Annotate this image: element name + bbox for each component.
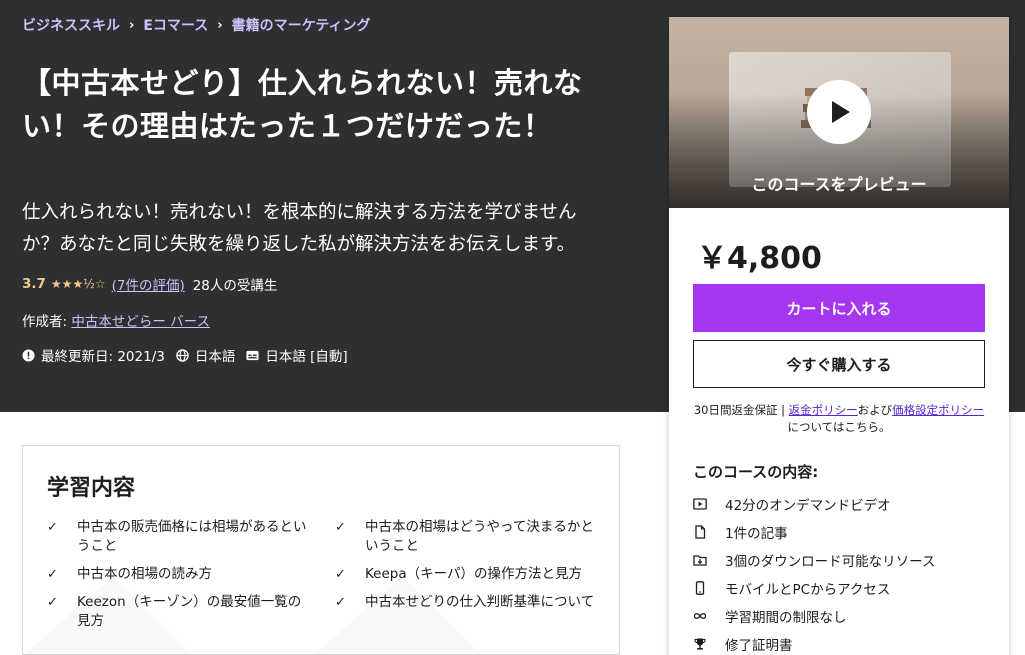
- last-updated: 最終更新日: 2021/3: [22, 345, 165, 365]
- learn-item: ✓ 中古本の販売価格には相場があるということ: [47, 519, 307, 554]
- breadcrumb-business-skills[interactable]: ビジネススキル: [22, 15, 120, 35]
- student-count: 28人の受講生: [192, 278, 278, 294]
- infinity-icon: [693, 609, 707, 623]
- add-to-cart-button[interactable]: カートに入れる: [693, 284, 985, 332]
- author-row: 作成者: 中古本せどらー バース: [22, 310, 210, 330]
- alert-badge-icon: [22, 348, 35, 362]
- includes-item: 修了証明書: [693, 630, 935, 655]
- includes-title: このコースの内容:: [693, 463, 819, 481]
- language: 日本語: [176, 345, 235, 365]
- author-label: 作成者:: [22, 314, 68, 330]
- breadcrumb: ビジネススキル › Eコマース › 書籍のマーケティング: [22, 15, 370, 35]
- check-icon: ✓: [335, 595, 346, 610]
- rating-row: 3.7 ★★★½☆ (7件の評価) 28人の受講生: [22, 274, 277, 294]
- what-you-will-learn: 学習内容 ✓ 中古本の販売価格には相場があるということ ✓ 中古本の相場の読み方 ✓…: [22, 445, 620, 655]
- includes-item: 1件の記事: [693, 518, 935, 546]
- course-subtitle: 仕入れられない！売れない！を根本的に解決する方法を学びませんか？あなたと同じ失敗…: [22, 202, 577, 255]
- includes-item: 42分のオンデマンドビデオ: [693, 490, 935, 518]
- includes-list: 42分のオンデマンドビデオ 1件の記事 3個のダウンロード可能なリソース モバイ…: [693, 490, 935, 655]
- trophy-icon: [693, 637, 707, 651]
- breadcrumb-ecommerce[interactable]: Eコマース: [143, 15, 208, 35]
- learn-item: ✓ 中古本せどりの仕入判断基準について: [335, 594, 595, 610]
- buy-now-button[interactable]: 今すぐ購入する: [693, 340, 985, 388]
- chevron-right-icon: ›: [217, 17, 223, 33]
- captions: 日本語 [自動]: [246, 345, 348, 365]
- pricing-policy-link[interactable]: 価格設定ポリシー: [892, 403, 984, 417]
- includes-item: モバイルとPCからアクセス: [693, 574, 935, 602]
- course-price: ￥4,800: [697, 241, 822, 276]
- video-icon: [693, 497, 707, 511]
- play-icon[interactable]: [807, 80, 871, 144]
- learn-list-left: ✓ 中古本の販売価格には相場があるということ ✓ 中古本の相場の読み方 ✓ Keezo…: [47, 518, 309, 640]
- learn-title: 学習内容: [47, 476, 136, 501]
- download-icon: [693, 553, 707, 567]
- check-icon: ✓: [47, 567, 58, 582]
- purchase-sidebar: このコースをプレビュー ￥4,800 カートに入れる 今すぐ購入する 30日間返…: [669, 17, 1009, 655]
- includes-item: 3個のダウンロード可能なリソース: [693, 546, 935, 574]
- learn-item: ✓ Keepa（キーパ）の操作方法と見方: [335, 566, 582, 582]
- check-icon: ✓: [47, 595, 58, 610]
- chevron-right-icon: ›: [129, 17, 135, 33]
- check-icon: ✓: [47, 520, 58, 535]
- learn-item: ✓ 中古本の相場はどうやって決まるかということ: [335, 519, 594, 554]
- learn-item: ✓ 中古本の相場の読み方: [47, 566, 212, 582]
- file-icon: [693, 525, 707, 539]
- globe-icon: [176, 348, 189, 362]
- course-preview[interactable]: このコースをプレビュー: [669, 17, 1009, 208]
- learn-list-right: ✓ 中古本の相場はどうやって決まるかということ ✓ Keepa（キーパ）の操作方法と…: [335, 518, 597, 621]
- course-meta: 最終更新日: 2021/3 日本語 日本語 [自動]: [22, 345, 359, 365]
- ratings-count-link[interactable]: (7件の評価): [112, 274, 185, 294]
- check-icon: ✓: [335, 567, 346, 582]
- course-title: 【中古本せどり】仕入れられない！売れない！その理由はたった１つだけだった！: [22, 66, 583, 143]
- mobile-icon: [693, 581, 707, 595]
- check-icon: ✓: [335, 520, 346, 535]
- star-rating-icon: ★★★½☆: [50, 277, 106, 291]
- rating-value: 3.7: [22, 276, 46, 292]
- refund-policy-link[interactable]: 返金ポリシー: [789, 403, 858, 417]
- includes-item: 学習期間の制限なし: [693, 602, 935, 630]
- learn-item: ✓ Keezon（キーゾン）の最安値一覧の見方: [47, 594, 302, 629]
- refund-policy-text: 30日間返金保証 | 返金ポリシーおよび価格設定ポリシーについてはこちら。: [693, 403, 985, 434]
- closed-captions-icon: [246, 350, 259, 360]
- breadcrumb-book-marketing[interactable]: 書籍のマーケティング: [232, 15, 371, 35]
- preview-label: このコースをプレビュー: [751, 175, 927, 194]
- author-link[interactable]: 中古本せどらー バース: [71, 314, 210, 330]
